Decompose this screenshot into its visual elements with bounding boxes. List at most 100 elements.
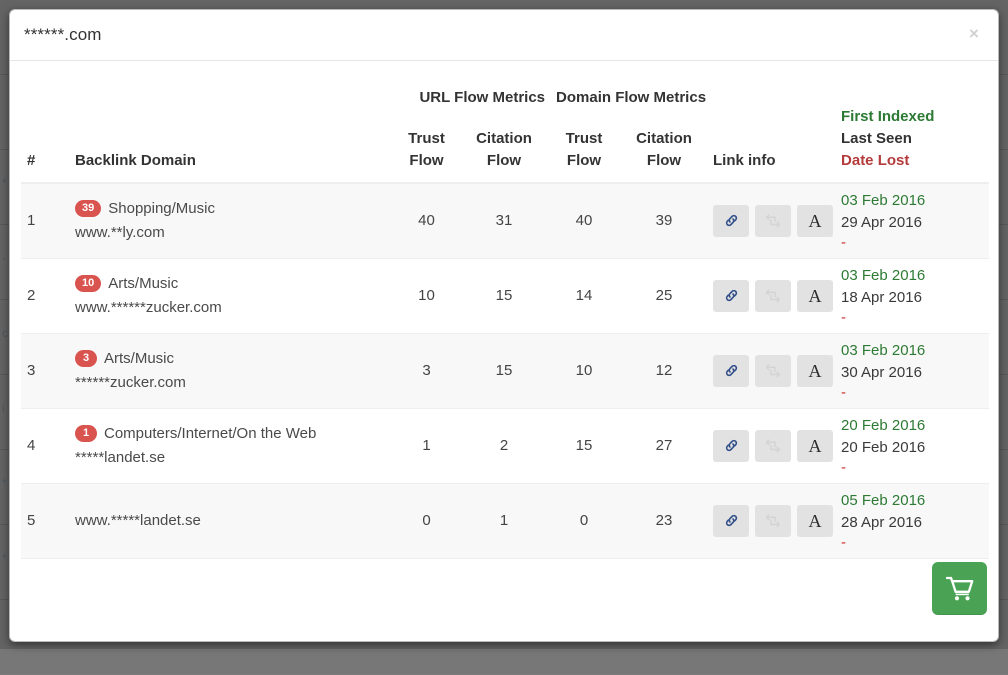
group-header-domain-flow-metrics: Domain Flow Metrics <box>556 89 707 106</box>
dates-cell: 03 Feb 2016 29 Apr 2016 - <box>839 183 989 258</box>
url-citation-flow-value: 15 <box>495 362 513 379</box>
date-lost-value: - <box>841 309 847 326</box>
domain-citation-flow-value: 39 <box>655 212 673 230</box>
add-to-cart-button[interactable] <box>932 562 987 615</box>
anchor-text-button[interactable]: A <box>797 279 834 312</box>
category-count-badge: 10 <box>75 275 102 292</box>
row-index: 4 <box>27 437 36 454</box>
share-link-button <box>755 504 792 537</box>
category-label: Arts/Music <box>108 274 179 292</box>
group-header-row: URL Flow Metrics Domain Flow Metrics <box>21 61 989 106</box>
date-stack: 03 Feb 2016 30 Apr 2016 - <box>841 340 989 401</box>
category-line: 3 Arts/Music <box>75 349 396 369</box>
last-seen-date: 18 Apr 2016 <box>841 289 922 306</box>
header-date-lost: Date Lost <box>841 152 910 169</box>
date-stack: 05 Feb 2016 28 Apr 2016 - <box>841 490 989 551</box>
header-line-1: Citation <box>636 130 692 147</box>
first-indexed-date: 03 Feb 2016 <box>841 192 926 210</box>
domain-trust-flow-value: 10 <box>575 362 593 379</box>
url-trust-flow-value: 40 <box>418 212 435 230</box>
shopping-cart-icon <box>945 576 973 600</box>
link-info-buttons: A <box>713 504 839 537</box>
header-line-2: Flow <box>486 152 522 169</box>
backlinks-table-body: 1 39 Shopping/Music www.**ly.com 40 31 40… <box>21 183 990 558</box>
backlinks-modal: ******.com × URL Flow Metrics Domain Flo… <box>9 9 999 642</box>
link-info-buttons: A <box>713 279 839 312</box>
table-row: 1 39 Shopping/Music www.**ly.com 40 31 40… <box>21 183 990 258</box>
domain-citation-flow-value: 27 <box>655 437 673 454</box>
column-header-domain-citation-flow: Citation Flow <box>631 106 712 184</box>
link-info-cell: A <box>711 408 839 483</box>
domain-citation-flow-value: 25 <box>655 287 673 304</box>
dates-cell: 03 Feb 2016 18 Apr 2016 - <box>839 258 989 333</box>
view-link-button[interactable] <box>713 429 750 462</box>
row-index: 1 <box>27 212 36 230</box>
link-info-cell: A <box>711 333 839 408</box>
modal-header: ******.com × <box>10 10 998 61</box>
view-link-button[interactable] <box>713 204 750 237</box>
column-header-row: # Backlink Domain Trust Flow Citation Fl… <box>21 106 990 184</box>
close-icon[interactable]: × <box>964 24 984 44</box>
retweet-icon <box>765 288 781 302</box>
first-indexed-date: 05 Feb 2016 <box>841 492 926 509</box>
header-last-seen: Last Seen <box>841 130 912 147</box>
anchor-text-button[interactable]: A <box>797 429 834 462</box>
table-row: 5 www.*****landet.se 0 1 0 23 A 05 Feb 2… <box>21 483 990 558</box>
chain-link-icon <box>725 215 737 227</box>
date-lost-value: - <box>841 459 847 476</box>
header-line-2: Flow <box>646 152 682 169</box>
anchor-text-button[interactable]: A <box>797 204 834 237</box>
column-header-url-trust-flow: Trust Flow <box>396 106 471 184</box>
url-trust-flow-value: 1 <box>422 437 431 454</box>
date-stack: 20 Feb 2016 20 Feb 2016 - <box>841 415 989 476</box>
anchor-text-button[interactable]: A <box>797 354 834 387</box>
cart-button-wrapper <box>932 562 987 615</box>
share-link-button <box>755 279 792 312</box>
dates-cell: 03 Feb 2016 30 Apr 2016 - <box>839 333 989 408</box>
anchor-text-button[interactable]: A <box>797 504 834 537</box>
row-index: 2 <box>27 287 36 304</box>
backlink-domain-cell: 39 Shopping/Music www.**ly.com <box>73 183 396 258</box>
column-header-dates: First Indexed Last Seen Date Lost <box>839 106 990 184</box>
category-label: Arts/Music <box>104 349 175 367</box>
chain-link-icon <box>725 289 737 302</box>
url-citation-flow-value: 1 <box>499 512 509 529</box>
link-info-buttons: A <box>713 429 839 462</box>
view-link-button[interactable] <box>713 279 750 312</box>
date-stack: 03 Feb 2016 18 Apr 2016 - <box>841 265 989 326</box>
backlink-domain-cell: 3 Arts/Music ******zucker.com <box>73 333 396 408</box>
table-row: 3 3 Arts/Music ******zucker.com 3 15 10 1… <box>21 333 990 408</box>
view-link-button[interactable] <box>713 354 750 387</box>
link-info-buttons: A <box>713 354 839 387</box>
date-lost-value: - <box>841 534 847 551</box>
category-line: 1 Computers/Internet/On the Web <box>75 424 396 444</box>
dates-cell: 05 Feb 2016 28 Apr 2016 - <box>839 483 989 558</box>
first-indexed-date: 03 Feb 2016 <box>841 342 926 359</box>
share-link-button <box>755 204 792 237</box>
last-seen-date: 30 Apr 2016 <box>841 364 922 381</box>
url-citation-flow-value: 31 <box>495 212 513 230</box>
anchor-letter: A <box>808 435 822 456</box>
category-label: Computers/Internet/On the Web <box>104 424 317 442</box>
header-line-2: Flow <box>409 152 444 169</box>
retweet-icon <box>765 214 781 228</box>
retweet-icon <box>765 438 781 452</box>
category-line: 10 Arts/Music <box>75 274 396 294</box>
last-seen-date: 28 Apr 2016 <box>841 514 922 531</box>
header-line-1: Citation <box>476 130 532 147</box>
date-lost-value: - <box>841 234 847 252</box>
view-link-button[interactable] <box>713 504 750 537</box>
backlinks-table: URL Flow Metrics Domain Flow Metrics # B… <box>21 61 990 559</box>
url-trust-flow-value: 3 <box>422 362 431 379</box>
last-seen-date: 29 Apr 2016 <box>841 214 922 232</box>
column-header-backlink-domain: Backlink Domain <box>73 106 396 184</box>
url-citation-flow-value: 15 <box>495 287 513 304</box>
backlink-url: www.******zucker.com <box>75 298 222 316</box>
category-line: 39 Shopping/Music <box>75 199 396 219</box>
backlink-url: *****landet.se <box>75 448 166 466</box>
header-line-1: Trust <box>408 130 445 147</box>
date-lost-value: - <box>841 384 847 401</box>
category-count-badge: 39 <box>75 200 102 218</box>
anchor-letter: A <box>808 285 822 306</box>
header-line-2: Flow <box>566 152 602 169</box>
